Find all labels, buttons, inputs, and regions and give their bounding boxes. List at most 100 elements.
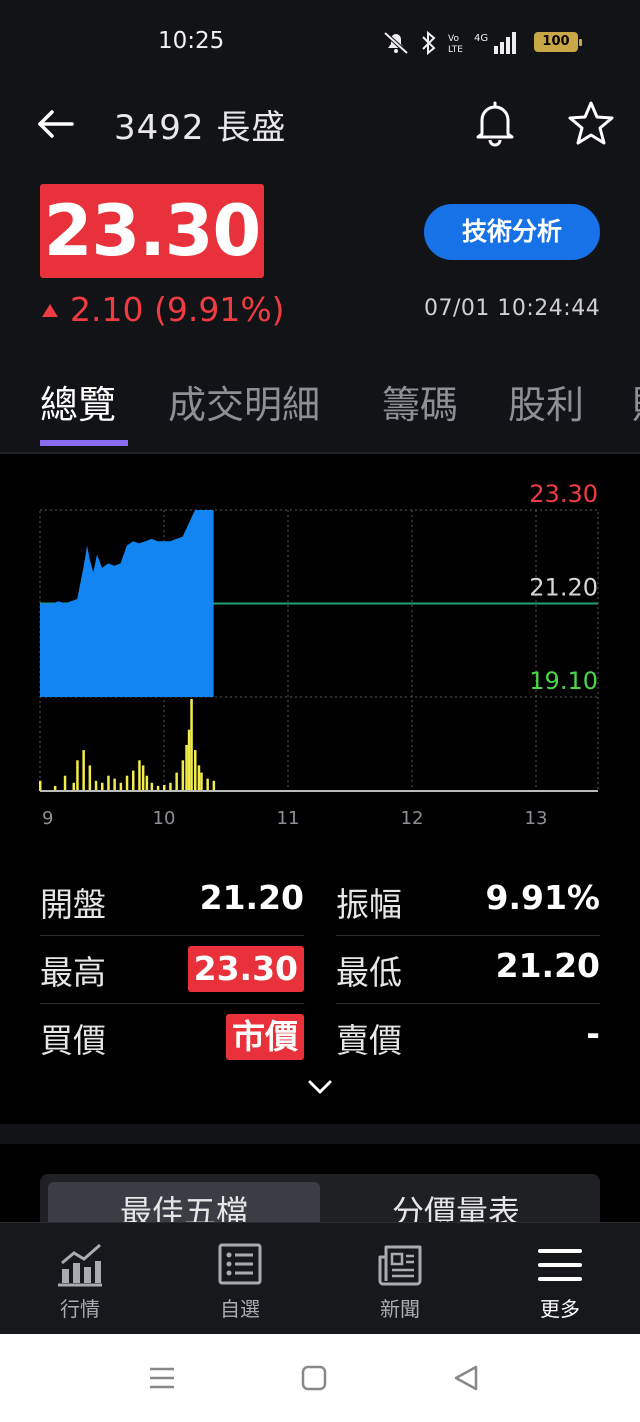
- current-price: 23.30: [40, 184, 264, 278]
- chevron-down-icon: [308, 1080, 332, 1094]
- alert-button[interactable]: [470, 98, 520, 148]
- stat-amplitude-value: 9.91%: [485, 878, 601, 917]
- home-square-icon: [301, 1365, 327, 1391]
- bottom-nav: 行情 自選 新聞 更多: [0, 1222, 640, 1334]
- star-icon: [568, 101, 614, 145]
- stat-open-label: 開盤: [40, 885, 106, 924]
- tab-chips[interactable]: 籌碼: [382, 374, 458, 429]
- volume-bar: [200, 772, 203, 791]
- y-label-high: 23.30: [529, 480, 598, 508]
- nav-more[interactable]: 更多: [480, 1223, 640, 1335]
- volume-bar: [175, 772, 178, 791]
- recent-apps-button[interactable]: [146, 1362, 178, 1394]
- expand-stats-button[interactable]: [304, 1076, 336, 1100]
- volume-bar: [63, 775, 67, 791]
- bluetooth-icon: [422, 30, 436, 56]
- back-button[interactable]: [34, 102, 78, 146]
- stat-amplitude-label: 振幅: [336, 885, 402, 924]
- volume-bar: [113, 778, 116, 791]
- x-tick-label: 12: [401, 808, 424, 829]
- stat-open: 開盤 21.20: [40, 868, 304, 936]
- system-back-button[interactable]: [450, 1362, 482, 1394]
- nav-watchlist-label: 自選: [220, 1297, 260, 1321]
- volume-bar: [119, 782, 123, 791]
- x-tick-label: 10: [153, 808, 176, 829]
- section-separator: [0, 1124, 640, 1144]
- volume-bar: [101, 782, 104, 791]
- nav-more-label: 更多: [540, 1297, 580, 1321]
- stat-open-value: 21.20: [199, 878, 304, 917]
- favorite-button[interactable]: [566, 98, 616, 148]
- x-tick-label: 9: [42, 808, 53, 829]
- stat-bid-value: 市價: [226, 1014, 304, 1060]
- order-book-panel: 最佳五檔 分價量表: [0, 1144, 640, 1234]
- x-tick-label: 13: [525, 808, 548, 829]
- stat-high-label: 最高: [40, 953, 106, 992]
- chart-bars-icon: [58, 1243, 102, 1287]
- x-tick-label: 11: [277, 808, 300, 829]
- back-triangle-icon: [454, 1365, 478, 1391]
- volume-bar: [88, 765, 92, 791]
- volume-bar: [169, 782, 172, 791]
- signal-4g-icon: 4G: [474, 32, 516, 54]
- y-label-low: 19.10: [529, 667, 598, 695]
- tab-dividend[interactable]: 股利: [508, 374, 584, 429]
- tab-overview[interactable]: 總覽: [40, 374, 116, 429]
- news-icon: [378, 1245, 422, 1286]
- bell-icon: [476, 101, 514, 147]
- stat-low-value: 21.20: [495, 946, 600, 985]
- price-area: [40, 510, 214, 697]
- volume-bar: [194, 750, 197, 791]
- recent-apps-icon: [150, 1367, 174, 1389]
- price-change-value: 2.10 (9.91%): [70, 290, 285, 329]
- nav-quotes-label: 行情: [60, 1297, 100, 1321]
- status-icons: Vo LTE 4G: [380, 28, 518, 58]
- volume-bar: [138, 760, 141, 791]
- volume-bar: [72, 782, 75, 791]
- volume-bar: [76, 760, 79, 791]
- stat-bid: 買價 市價: [40, 1004, 304, 1072]
- mute-icon: [383, 31, 409, 55]
- y-label-mid: 21.20: [529, 574, 598, 602]
- volume-bar: [94, 780, 98, 791]
- tab-next-partial[interactable]: 財: [632, 374, 640, 429]
- list-icon: [218, 1243, 262, 1285]
- up-triangle-icon: [42, 304, 58, 317]
- stat-low-label: 最低: [336, 953, 402, 992]
- svg-text:LTE: LTE: [448, 45, 463, 55]
- stat-ask-label: 賣價: [336, 1021, 402, 1060]
- volume-bar: [197, 765, 201, 791]
- volume-bar: [150, 782, 154, 791]
- volume-bar: [212, 780, 216, 791]
- quote-header: 3492 長盛 23.30 技術分析 2.10 (9.91%) 07/01 10…: [0, 84, 640, 454]
- volume-bar: [39, 780, 42, 791]
- stat-bid-label: 買價: [40, 1021, 106, 1060]
- nav-news[interactable]: 新聞: [320, 1223, 480, 1335]
- stat-high: 最高 23.30: [40, 936, 304, 1004]
- tab-trade-details[interactable]: 成交明細: [168, 374, 320, 429]
- volte-icon: Vo LTE: [448, 34, 463, 55]
- status-bar: 10:25 Vo LTE 4G 100: [0, 0, 640, 84]
- volume-bar: [107, 775, 110, 791]
- volume-bar: [82, 750, 85, 791]
- stat-ask-value: -: [586, 1014, 600, 1053]
- intraday-chart-svg: 23.30 21.20 19.10 9 10 11 12 13: [39, 480, 599, 829]
- nav-quotes[interactable]: 行情: [0, 1223, 160, 1335]
- battery-icon: 100: [534, 32, 582, 52]
- stat-amplitude: 振幅 9.91%: [336, 868, 600, 936]
- volume-bar: [187, 729, 191, 791]
- home-button[interactable]: [298, 1362, 330, 1394]
- volume-bar: [185, 745, 188, 791]
- volume-bar: [125, 775, 129, 791]
- status-time: 10:25: [158, 28, 225, 54]
- svg-text:Vo: Vo: [448, 34, 459, 44]
- system-nav-bar: [0, 1334, 640, 1422]
- stat-ask: 賣價 -: [336, 1004, 600, 1072]
- nav-watchlist[interactable]: 自選: [160, 1223, 320, 1335]
- volume-bar: [145, 775, 149, 791]
- volume-bar: [132, 770, 135, 791]
- quote-timestamp: 07/01 10:24:44: [424, 296, 601, 321]
- volume-bar: [141, 765, 145, 791]
- stat-high-value: 23.30: [187, 946, 304, 992]
- technical-analysis-button[interactable]: 技術分析: [424, 204, 600, 260]
